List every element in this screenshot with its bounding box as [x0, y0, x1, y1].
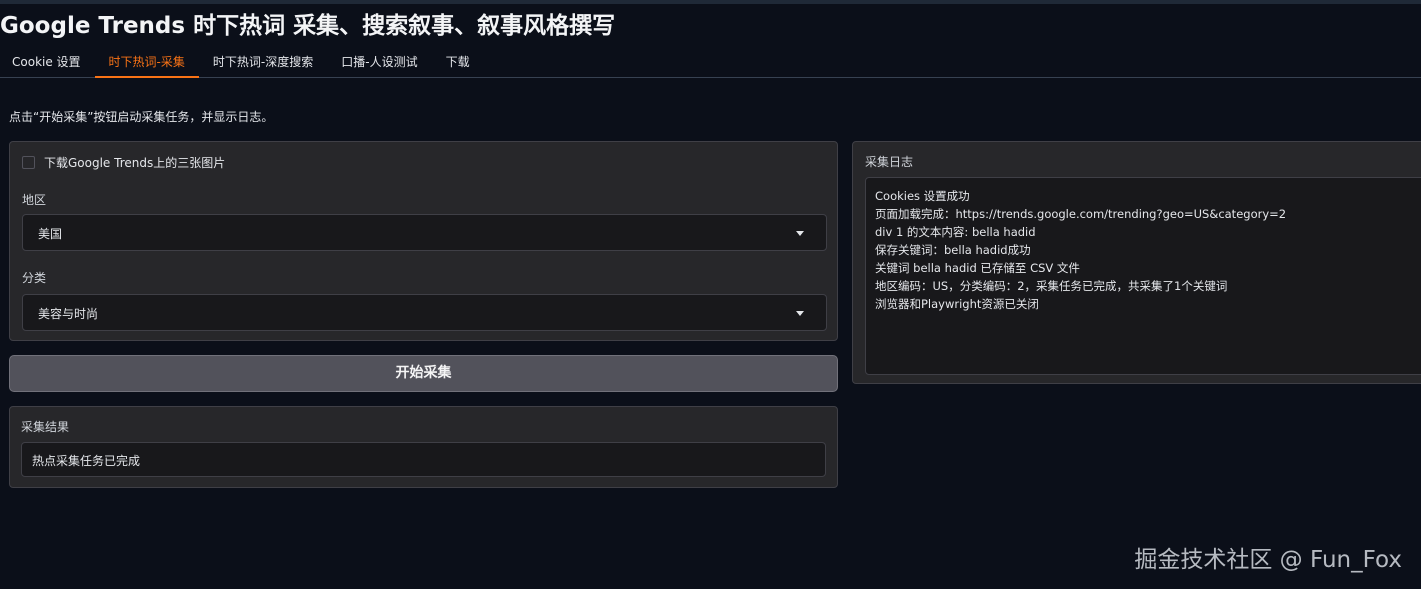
- instruction-text: 点击“开始采集”按钮启动采集任务，并显示日志。: [9, 110, 274, 124]
- top-border: [0, 0, 1421, 4]
- chevron-down-icon: [796, 231, 804, 236]
- download-images-option[interactable]: 下载Google Trends上的三张图片: [22, 154, 225, 171]
- category-select[interactable]: 美容与时尚: [22, 294, 827, 331]
- log-line: div 1 的文本内容: bella hadid: [875, 225, 1036, 239]
- log-line: 地区编码：US，分类编码：2，采集任务已完成，共采集了1个关键词: [875, 279, 1228, 293]
- log-line: 保存关键词：bella hadid成功: [875, 243, 1031, 257]
- log-label: 采集日志: [865, 155, 914, 169]
- watermark: 掘金技术社区 @ Fun_Fox: [1134, 547, 1402, 573]
- tab-bar: Cookie 设置 时下热词-采集 时下热词-深度搜索 口播-人设测试 下载: [0, 47, 1421, 78]
- log-panel: 采集日志 Cookies 设置成功 页面加载完成：https://trends.…: [852, 141, 1421, 384]
- download-images-label: 下载Google Trends上的三张图片: [44, 156, 226, 170]
- result-panel: 采集结果 热点采集任务已完成: [9, 406, 838, 488]
- result-value: 热点采集任务已完成: [32, 454, 141, 468]
- log-line: Cookies 设置成功: [875, 189, 970, 203]
- chevron-down-icon: [796, 311, 804, 316]
- start-collect-button[interactable]: 开始采集: [9, 355, 838, 392]
- page-title: Google Trends 时下热词 采集、搜索叙事、叙事风格撰写: [0, 13, 616, 39]
- category-value: 美容与时尚: [38, 307, 99, 321]
- log-line: 关键词 bella hadid 已存储至 CSV 文件: [875, 261, 1080, 275]
- log-line: 浏览器和Playwright资源已关闭: [875, 297, 1039, 311]
- options-panel: 下载Google Trends上的三张图片 地区 美国 分类 美容与时尚: [9, 141, 838, 341]
- region-label: 地区: [22, 193, 47, 207]
- region-value: 美国: [38, 227, 63, 241]
- tab-trends-collect[interactable]: 时下热词-采集: [94, 47, 199, 78]
- tab-trends-deep-search[interactable]: 时下热词-深度搜索: [199, 47, 327, 78]
- tab-persona-test[interactable]: 口播-人设测试: [327, 47, 431, 78]
- download-images-checkbox[interactable]: [22, 156, 35, 169]
- region-select[interactable]: 美国: [22, 214, 827, 251]
- category-label: 分类: [22, 271, 47, 285]
- tab-cookie-settings[interactable]: Cookie 设置: [0, 47, 95, 78]
- log-line: 页面加载完成：https://trends.google.com/trendin…: [875, 207, 1287, 221]
- result-label: 采集结果: [21, 420, 70, 434]
- log-textbox[interactable]: Cookies 设置成功 页面加载完成：https://trends.googl…: [865, 177, 1421, 375]
- tab-download[interactable]: 下载: [432, 47, 484, 78]
- result-textbox[interactable]: 热点采集任务已完成: [21, 442, 826, 477]
